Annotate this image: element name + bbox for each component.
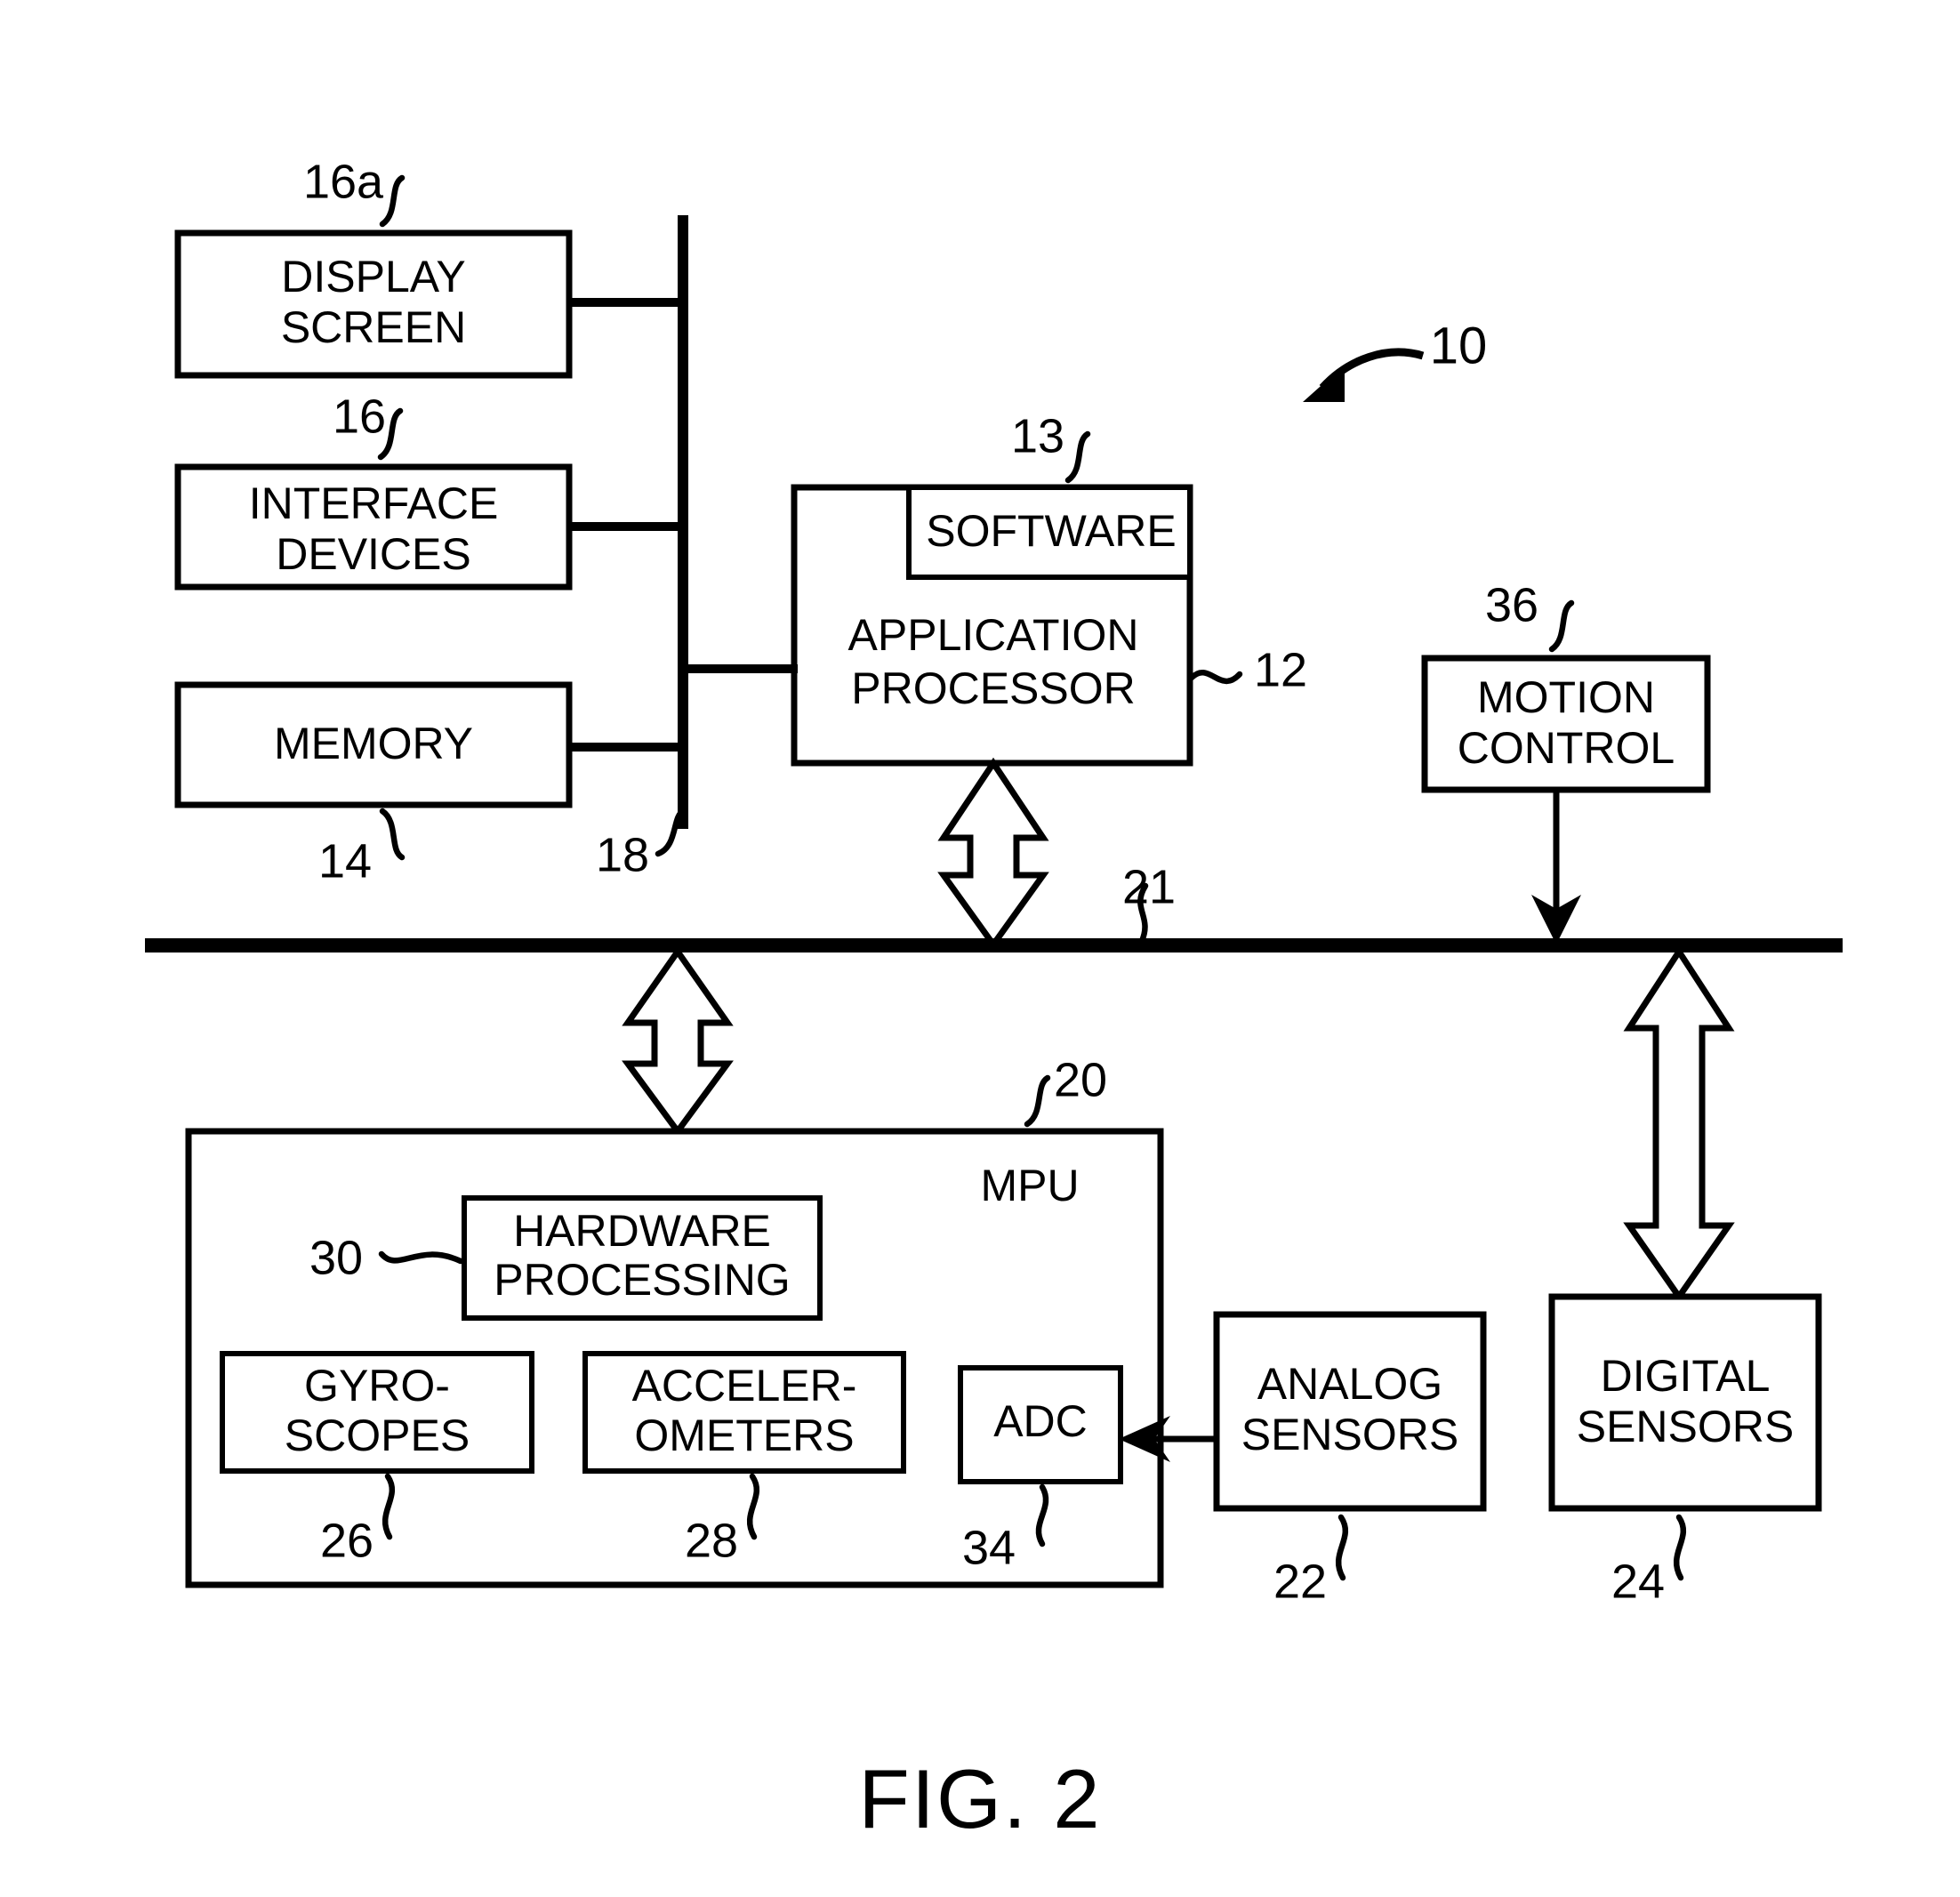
digital-sensors-label-line2: SENSORS (1577, 1402, 1795, 1451)
motion-control-block[interactable]: MOTION CONTROL 36 (1421, 578, 1711, 944)
ref-20: 20 (1054, 1053, 1107, 1106)
ref-12: 12 (1254, 643, 1307, 696)
ref-28: 28 (685, 1514, 738, 1567)
analog-sensors-label-line1: ANALOG (1257, 1359, 1442, 1409)
leader-14 (379, 808, 406, 861)
motion-control-label-line2: CONTROL (1458, 723, 1675, 773)
ref-34: 34 (962, 1521, 1016, 1574)
bus-to-mpu-arrow (622, 945, 734, 1137)
ref-21: 21 (1122, 860, 1176, 913)
display-screen-label-line2: SCREEN (281, 302, 466, 352)
motion-control-label-line1: MOTION (1477, 672, 1655, 722)
ref-26: 26 (320, 1514, 374, 1567)
application-processor-label-line2: PROCESSOR (851, 663, 1136, 713)
analog-sensors-block[interactable]: ANALOG SENSORS 22 (1119, 1311, 1487, 1608)
accelerometers-label-line1: ACCELER- (632, 1361, 857, 1411)
display-screen-block[interactable]: DISPLAY SCREEN 16a (174, 155, 687, 379)
ref-22: 22 (1273, 1555, 1327, 1608)
leader-13 (1064, 430, 1091, 484)
ref-36: 36 (1485, 578, 1538, 631)
hardware-processing-label-line1: HARDWARE (513, 1206, 771, 1256)
application-processor-label-line1: APPLICATION (848, 610, 1139, 660)
leader-24 (1673, 1514, 1687, 1581)
ref-13: 13 (1011, 409, 1064, 462)
mpu-block[interactable]: MPU 20 HARDWARE PROCESSING 30 GYRO- SCOP… (185, 1053, 1164, 1588)
ap-to-system-bus-arrow (937, 757, 1049, 951)
leader-16a (379, 174, 406, 228)
ref-14: 14 (318, 834, 372, 888)
figure-caption: FIG. 2 (858, 1752, 1101, 1845)
digital-sensors-block[interactable]: DIGITAL SENSORS 24 (1548, 1293, 1822, 1608)
hardware-processing-label-line2: PROCESSING (494, 1255, 790, 1305)
double-arrow-ap-bus (937, 757, 1049, 951)
internal-bus-18: 18 (596, 215, 688, 881)
double-arrow-bus-digital (1623, 945, 1735, 1303)
digital-sensors-label-line1: DIGITAL (1601, 1351, 1771, 1401)
gyroscopes-label-line2: SCOPES (285, 1411, 470, 1460)
interface-devices-label-line2: DEVICES (276, 529, 471, 579)
software-block[interactable]: SOFTWARE 13 (906, 409, 1193, 580)
leader-36 (1548, 599, 1575, 653)
leader-22 (1335, 1514, 1349, 1581)
ref-10: 10 (1430, 317, 1488, 374)
gyroscopes-label-line1: GYRO- (304, 1361, 450, 1411)
leader-20 (1024, 1074, 1051, 1128)
ref-16: 16 (333, 390, 386, 443)
adc-label: ADC (993, 1396, 1088, 1446)
system-reference-10: 10 (1303, 317, 1487, 402)
display-screen-label-line1: DISPLAY (281, 252, 466, 301)
ref-24: 24 (1611, 1555, 1665, 1608)
memory-label: MEMORY (274, 719, 473, 768)
accelerometers-label-line2: OMETERS (634, 1411, 854, 1460)
ref-30: 30 (309, 1231, 363, 1284)
ref-16a: 16a (303, 155, 384, 208)
patent-figure: 18 DISPLAY SCREEN 16a INTERFACE DEVICES … (0, 0, 1960, 1897)
application-processor-block[interactable]: SOFTWARE 13 APPLICATION PROCESSOR 12 (679, 409, 1307, 767)
bus-to-digital-sensors-arrow (1623, 945, 1735, 1303)
analog-sensors-label-line2: SENSORS (1241, 1410, 1459, 1459)
ref-18: 18 (596, 828, 649, 881)
leader-12 (1188, 670, 1243, 685)
block-diagram-canvas: 18 DISPLAY SCREEN 16a INTERFACE DEVICES … (145, 155, 1843, 1845)
double-arrow-bus-mpu (622, 945, 734, 1137)
interface-devices-block[interactable]: INTERFACE DEVICES 16 (174, 390, 687, 591)
mpu-label: MPU (980, 1161, 1079, 1210)
interface-devices-label-line1: INTERFACE (249, 478, 499, 528)
software-label: SOFTWARE (926, 506, 1176, 556)
leader-18 (655, 808, 687, 857)
